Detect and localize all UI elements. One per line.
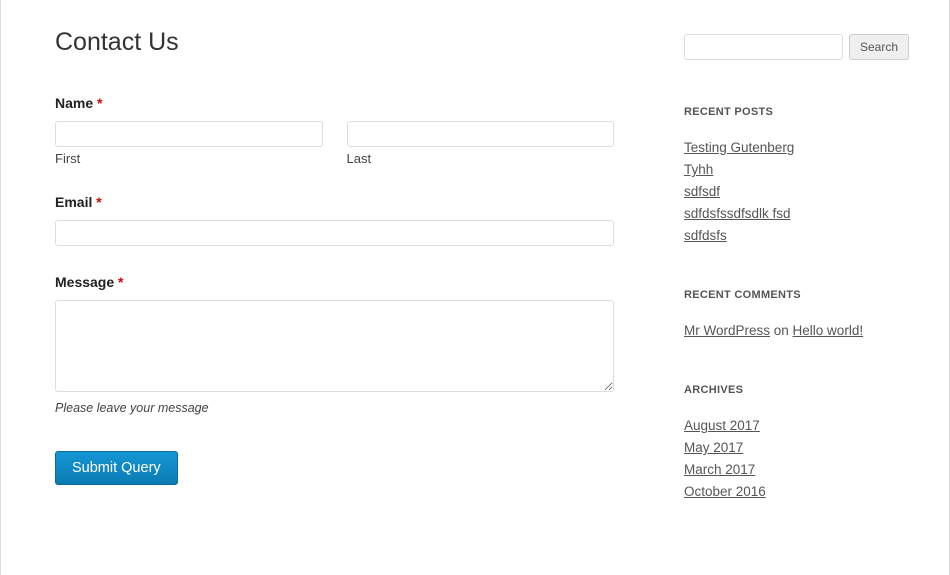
list-item: March 2017 xyxy=(684,462,909,477)
search-input[interactable] xyxy=(684,34,843,60)
list-item: August 2017 xyxy=(684,418,909,433)
email-field-group: Email * xyxy=(55,194,614,246)
comment-joiner: on xyxy=(770,323,793,338)
submit-button[interactable]: Submit Query xyxy=(55,451,178,485)
recent-posts-title: RECENT POSTS xyxy=(684,106,909,118)
message-field-group: Message * Please leave your message xyxy=(55,274,614,415)
required-mark: * xyxy=(118,274,123,290)
recent-post-link[interactable]: Tyhh xyxy=(684,162,713,177)
required-mark: * xyxy=(97,95,102,111)
archive-link[interactable]: March 2017 xyxy=(684,462,755,477)
recent-posts-widget: RECENT POSTS Testing Gutenberg Tyhh sdfs… xyxy=(684,106,909,243)
search-widget: Search xyxy=(684,34,909,60)
first-name-sublabel: First xyxy=(55,151,323,166)
email-input[interactable] xyxy=(55,220,614,246)
page-title: Contact Us xyxy=(55,28,614,57)
email-label-text: Email xyxy=(55,194,92,210)
recent-comments-widget: RECENT COMMENTS Mr WordPress on Hello wo… xyxy=(684,289,909,338)
list-item: May 2017 xyxy=(684,440,909,455)
first-name-input[interactable] xyxy=(55,121,323,147)
last-name-sublabel: Last xyxy=(347,151,615,166)
last-name-input[interactable] xyxy=(347,121,615,147)
recent-post-link[interactable]: sdfdsfssdfsdlk fsd xyxy=(684,206,791,221)
list-item: sdfsdf xyxy=(684,184,909,199)
name-label: Name * xyxy=(55,95,614,111)
recent-post-link[interactable]: Testing Gutenberg xyxy=(684,140,794,155)
recent-post-link[interactable]: sdfdsfs xyxy=(684,228,727,243)
list-item: sdfdsfssdfsdlk fsd xyxy=(684,206,909,221)
archives-title: ARCHIVES xyxy=(684,384,909,396)
name-field-group: Name * First Last xyxy=(55,95,614,166)
message-textarea[interactable] xyxy=(55,300,614,392)
list-item: sdfdsfs xyxy=(684,228,909,243)
archive-link[interactable]: August 2017 xyxy=(684,418,760,433)
required-mark: * xyxy=(96,194,101,210)
message-hint: Please leave your message xyxy=(55,401,614,415)
message-label: Message * xyxy=(55,274,614,290)
archive-link[interactable]: May 2017 xyxy=(684,440,743,455)
email-label: Email * xyxy=(55,194,614,210)
recent-comments-title: RECENT COMMENTS xyxy=(684,289,909,301)
name-label-text: Name xyxy=(55,95,93,111)
comment-author-link[interactable]: Mr WordPress xyxy=(684,323,770,338)
list-item: Tyhh xyxy=(684,162,909,177)
recent-post-link[interactable]: sdfsdf xyxy=(684,184,720,199)
message-label-text: Message xyxy=(55,274,114,290)
comment-post-link[interactable]: Hello world! xyxy=(793,323,864,338)
list-item: October 2016 xyxy=(684,484,909,499)
search-button[interactable]: Search xyxy=(849,34,909,60)
archive-link[interactable]: October 2016 xyxy=(684,484,766,499)
list-item: Testing Gutenberg xyxy=(684,140,909,155)
recent-comment-item: Mr WordPress on Hello world! xyxy=(684,323,909,338)
archives-widget: ARCHIVES August 2017 May 2017 March 2017… xyxy=(684,384,909,499)
